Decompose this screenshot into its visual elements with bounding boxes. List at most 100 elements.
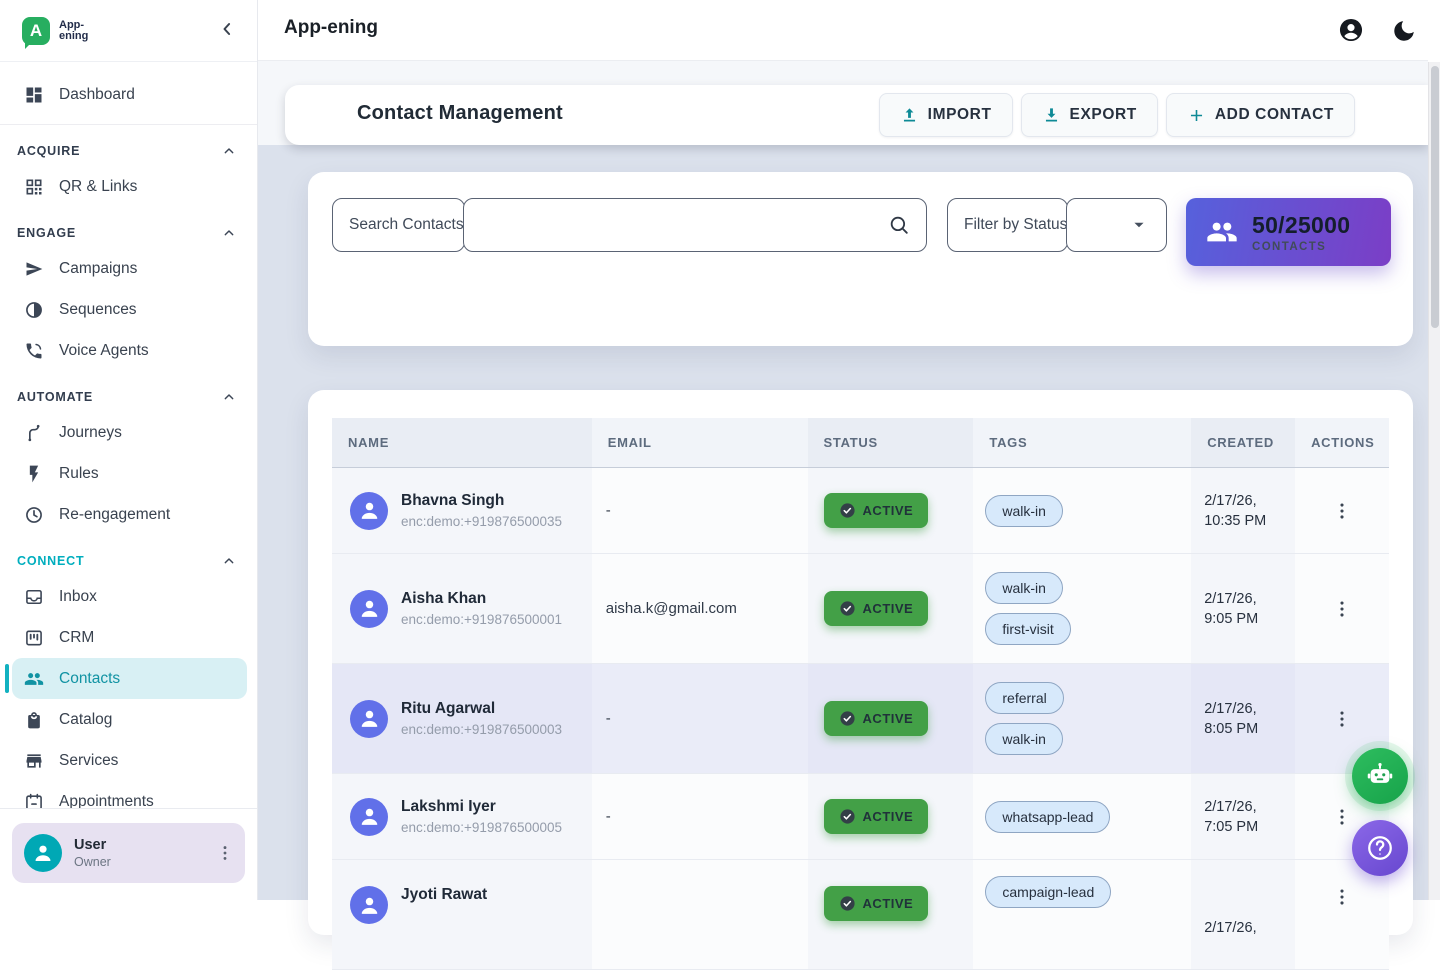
status-filter-label: Filter by Status: [948, 216, 1067, 234]
column-header-tags[interactable]: TAGS: [973, 418, 1191, 467]
contacts-table: NAMEEMAILSTATUSTAGSCREATEDACTIONS Bhavna…: [332, 418, 1389, 970]
sidebar-item-contacts[interactable]: Contacts: [12, 658, 247, 699]
table-row: Jyoti Rawat ACTIVE campaign-lead 2/17/26…: [332, 860, 1389, 970]
user-role: Owner: [74, 855, 215, 869]
tags-cell: campaign-lead: [973, 860, 1191, 969]
tag-pill: first-visit: [985, 613, 1070, 645]
actions-cell: [1295, 860, 1389, 969]
sidebar-collapse-button[interactable]: [217, 19, 241, 43]
sidebar-item-appointments[interactable]: Appointments: [0, 781, 257, 808]
contact-avatar-icon: [350, 492, 388, 530]
contact-avatar-icon: [350, 590, 388, 628]
name-cell: Lakshmi Iyer enc:demo:+919876500005: [332, 774, 592, 859]
search-input[interactable]: [332, 198, 927, 252]
help-fab-button[interactable]: [1352, 820, 1408, 876]
sidebar-item-crm[interactable]: CRM: [0, 617, 257, 658]
tag-pill: referral: [985, 682, 1063, 714]
sidebar-item-sequences[interactable]: Sequences: [0, 289, 257, 330]
name-cell: Jyoti Rawat: [332, 860, 592, 969]
user-menu-button[interactable]: [215, 843, 235, 863]
dark-mode-moon-icon[interactable]: [1391, 18, 1414, 41]
email-cell: -: [592, 664, 808, 773]
chevron-up-icon: [221, 553, 237, 569]
sidebar-item-rules[interactable]: Rules: [0, 453, 257, 494]
sidebar-item-campaigns[interactable]: Campaigns: [0, 248, 257, 289]
chatbot-fab-button[interactable]: [1352, 748, 1408, 804]
sidebar-item-dashboard[interactable]: Dashboard: [0, 75, 257, 115]
account-icon[interactable]: [1338, 17, 1364, 43]
tags-cell: whatsapp-lead: [973, 774, 1191, 859]
sidebar-section-automate: AUTOMATE Journeys Rules Re-engagement: [0, 386, 257, 535]
status-badge: ACTIVE: [824, 701, 929, 736]
actions-cell: [1295, 554, 1389, 663]
sidebar-item-voice-agents[interactable]: Voice Agents: [0, 330, 257, 371]
tag-pill: walk-in: [985, 495, 1063, 527]
created-cell: 2/17/26, 10:35 PM: [1191, 468, 1295, 553]
section-header-engage[interactable]: ENGAGE: [0, 222, 257, 244]
column-header-name[interactable]: NAME: [332, 418, 592, 467]
check-circle-icon: [839, 895, 856, 912]
table-body: Bhavna Singh enc:demo:+919876500035 - AC…: [332, 468, 1389, 970]
scrollbar-thumb[interactable]: [1431, 66, 1439, 328]
column-header-actions[interactable]: ACTIONS: [1295, 418, 1389, 467]
bag-icon: [24, 710, 44, 730]
row-actions-button[interactable]: [1331, 708, 1353, 730]
chevron-down-icon[interactable]: [1128, 214, 1150, 236]
table-header: NAMEEMAILSTATUSTAGSCREATEDACTIONS: [332, 418, 1389, 468]
page-toolbar: Contact Management IMPORT EXPORT ADD CON…: [285, 85, 1428, 145]
contact-name: Lakshmi Iyer: [401, 798, 562, 816]
column-header-status[interactable]: STATUS: [808, 418, 974, 467]
chevron-up-icon: [221, 389, 237, 405]
table-row: Aisha Khan enc:demo:+919876500001 aisha.…: [332, 554, 1389, 664]
table-row: Ritu Agarwal enc:demo:+919876500003 - AC…: [332, 664, 1389, 774]
import-button[interactable]: IMPORT: [879, 93, 1013, 137]
tag-pill: walk-in: [985, 572, 1063, 604]
email-cell: -: [592, 468, 808, 553]
section-header-automate[interactable]: AUTOMATE: [0, 386, 257, 408]
group-icon: [24, 669, 44, 689]
section-header-connect[interactable]: CONNECT: [0, 550, 257, 572]
clock-icon: [24, 505, 44, 525]
tag-pill: whatsapp-lead: [985, 801, 1110, 833]
brand-name: App- ening: [59, 20, 88, 42]
sidebar-item-qr-links[interactable]: QR & Links: [0, 166, 257, 207]
sidebar-item-catalog[interactable]: Catalog: [0, 699, 257, 740]
name-cell: Aisha Khan enc:demo:+919876500001: [332, 554, 592, 663]
column-header-created[interactable]: CREATED: [1191, 418, 1295, 467]
contact-avatar-icon: [350, 700, 388, 738]
brand-logo-icon: A: [22, 17, 50, 45]
upload-icon: [900, 106, 919, 125]
add-contact-button[interactable]: ADD CONTACT: [1166, 93, 1355, 137]
status-filter-select[interactable]: Filter by Status: [947, 198, 1167, 252]
status-badge: ACTIVE: [824, 493, 929, 528]
sidebar-item-re-engagement[interactable]: Re-engagement: [0, 494, 257, 535]
check-circle-icon: [839, 600, 856, 617]
contact-name: Jyoti Rawat: [401, 886, 487, 904]
status-badge: ACTIVE: [824, 591, 929, 626]
search-field[interactable]: Search Contacts: [332, 198, 927, 252]
chevron-up-icon: [221, 143, 237, 159]
row-actions-button[interactable]: [1331, 886, 1353, 908]
app-title: App-ening: [284, 17, 378, 39]
contact-phone: enc:demo:+919876500005: [401, 820, 562, 835]
route-icon: [24, 423, 44, 443]
name-cell: Ritu Agarwal enc:demo:+919876500003: [332, 664, 592, 773]
section-header-acquire[interactable]: ACQUIRE: [0, 140, 257, 162]
sidebar-item-journeys[interactable]: Journeys: [0, 412, 257, 453]
user-card[interactable]: User Owner: [12, 823, 245, 883]
store-icon: [24, 751, 44, 771]
column-header-email[interactable]: EMAIL: [592, 418, 808, 467]
row-actions-button[interactable]: [1331, 806, 1353, 828]
sidebar-item-inbox[interactable]: Inbox: [0, 576, 257, 617]
dashboard-icon: [24, 85, 44, 105]
status-badge: ACTIVE: [824, 799, 929, 834]
export-button[interactable]: EXPORT: [1021, 93, 1158, 137]
tags-cell: walk-in first-visit: [973, 554, 1191, 663]
row-actions-button[interactable]: [1331, 500, 1353, 522]
email-cell: -: [592, 774, 808, 859]
contact-name: Bhavna Singh: [401, 492, 562, 510]
row-actions-button[interactable]: [1331, 598, 1353, 620]
sidebar-item-services[interactable]: Services: [0, 740, 257, 781]
contact-phone: enc:demo:+919876500001: [401, 612, 562, 627]
page-scrollbar[interactable]: [1428, 62, 1440, 900]
